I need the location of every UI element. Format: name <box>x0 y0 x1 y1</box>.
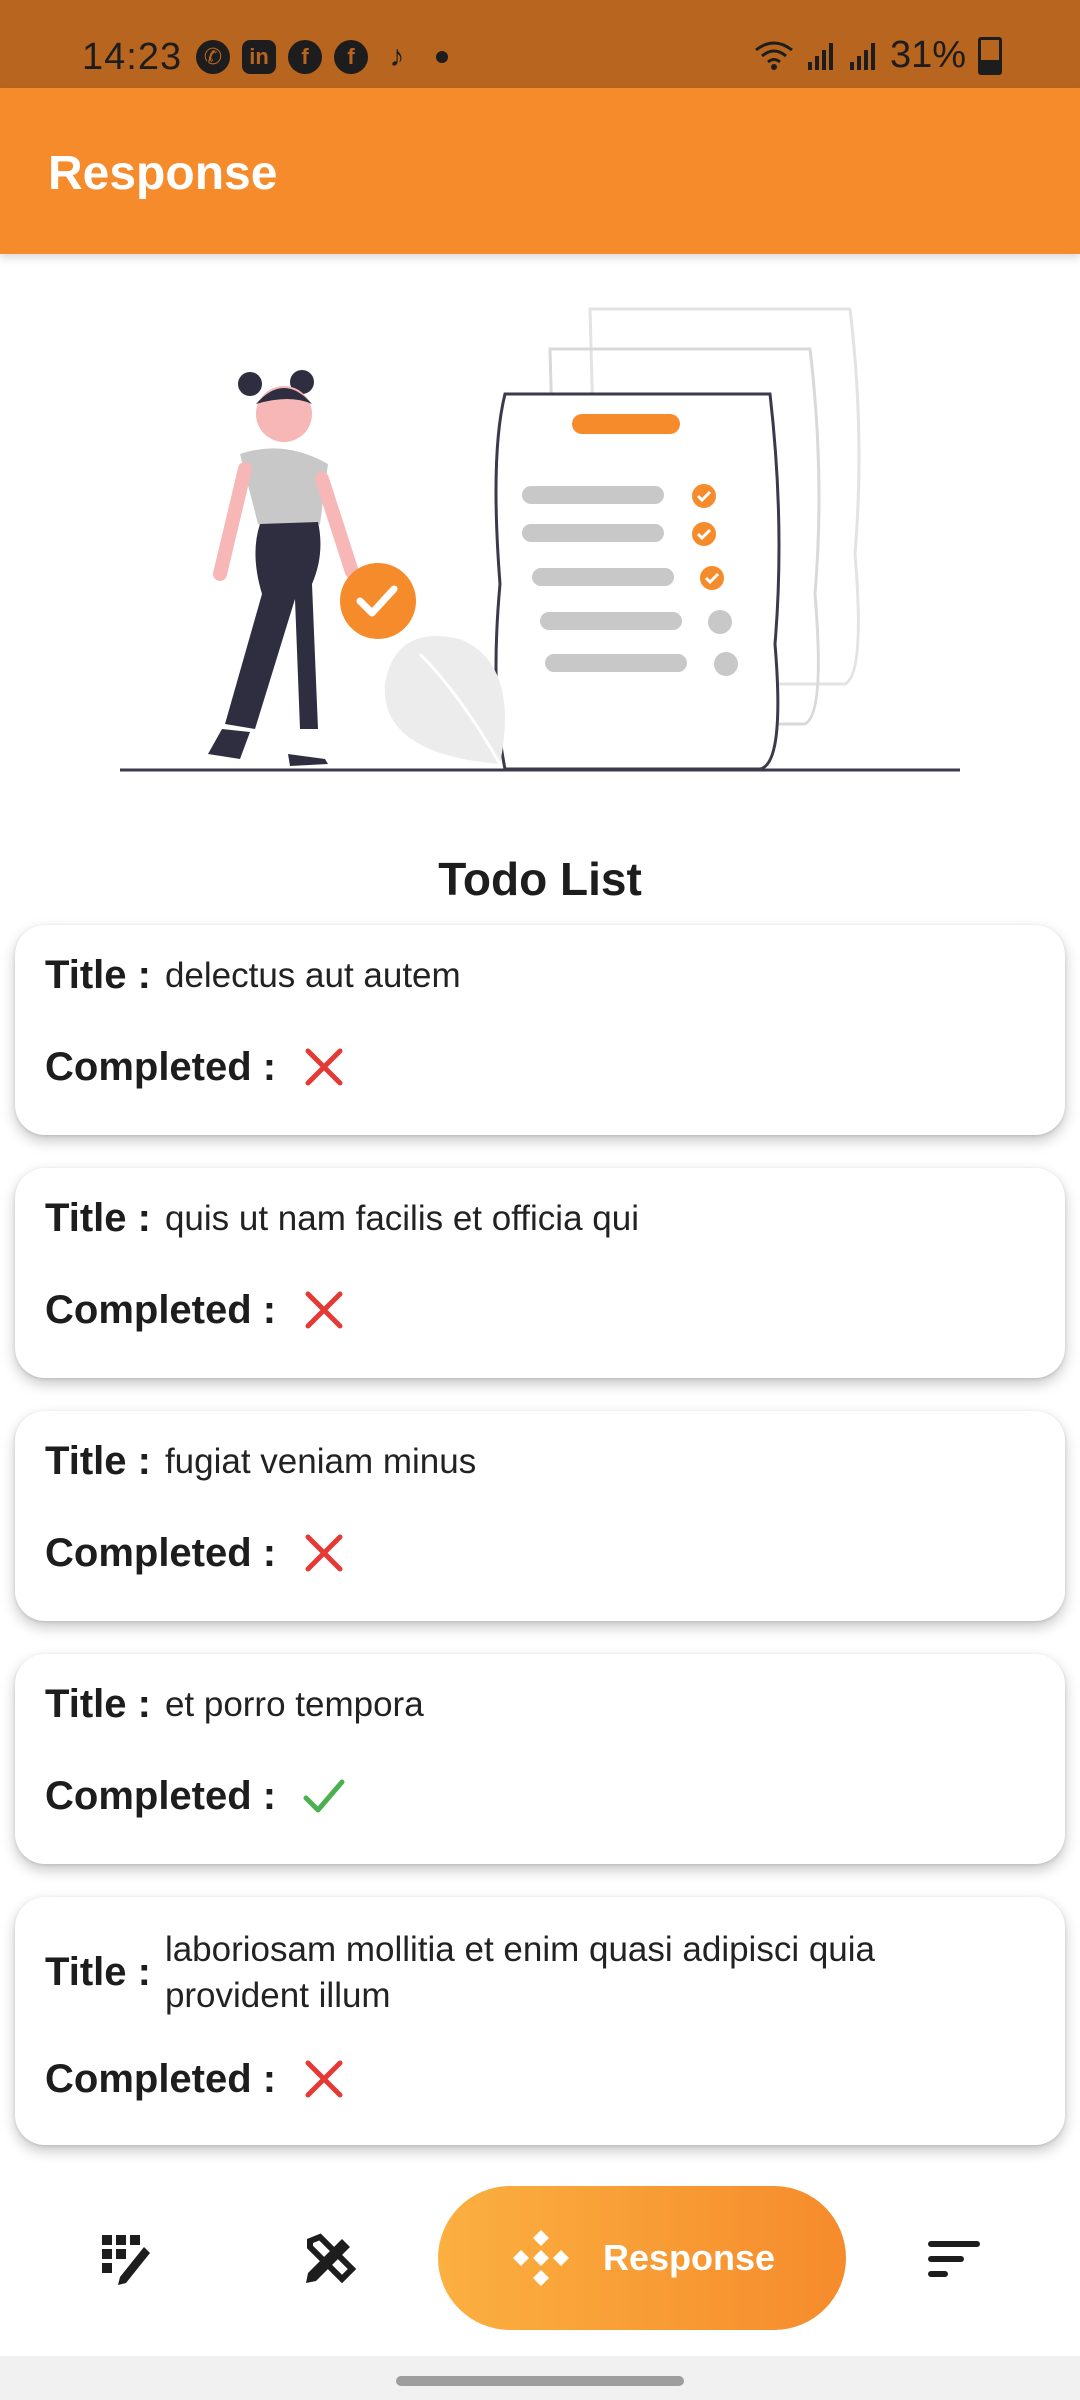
cross-icon <box>305 1291 343 1329</box>
todo-title: et porro tempora <box>164 1685 424 1724</box>
design-tools-icon[interactable] <box>298 2229 358 2289</box>
title-label: Title : <box>45 953 151 998</box>
todo-illustration <box>120 307 960 772</box>
completed-label: Completed : <box>45 2056 277 2101</box>
title-label: Title : <box>45 1682 151 1727</box>
completed-label: Completed : <box>45 1773 277 1818</box>
app-bar: Response <box>0 88 1080 254</box>
status-right: 31% <box>754 34 1002 77</box>
notification-icons: ✆ in f f ♪ <box>196 40 448 74</box>
more-notifications-dot <box>436 51 448 63</box>
todo-title: fugiat veniam minus <box>164 1442 477 1481</box>
battery-icon <box>978 36 1002 75</box>
check-icon <box>303 1779 345 1813</box>
battery-percent: 31% <box>889 34 966 76</box>
bottom-navigation: Response <box>0 2164 1080 2356</box>
completed-label: Completed : <box>45 1530 277 1575</box>
tiktok-icon: ♪ <box>389 40 405 73</box>
sort-icon[interactable] <box>924 2229 984 2289</box>
cross-icon <box>305 2060 343 2098</box>
page-title: Response <box>48 147 278 200</box>
todo-title: laboriosam mollitia et enim quasi adipis… <box>164 1930 876 2015</box>
grid-edit-icon[interactable] <box>96 2229 156 2289</box>
signal-icon <box>849 42 875 70</box>
status-time: 14:23 <box>82 36 183 78</box>
wifi-icon <box>755 41 793 70</box>
cross-icon <box>305 1534 343 1572</box>
linkedin-icon: in <box>242 40 276 74</box>
nav-response-button[interactable]: Response <box>438 2186 846 2330</box>
response-icon <box>512 2230 569 2286</box>
title-label: Title : <box>45 1439 151 1484</box>
completed-label: Completed : <box>45 1044 277 1089</box>
todo-card[interactable]: Title : fugiat veniam minus Completed : <box>15 1411 1065 1621</box>
facebook-icon: f <box>288 40 322 74</box>
todo-card[interactable]: Title : delectus aut autem Completed : <box>15 925 1065 1135</box>
todo-card[interactable]: Title : quis ut nam facilis et officia q… <box>15 1168 1065 1378</box>
title-label: Title : <box>45 1196 151 1241</box>
home-gesture-bar[interactable] <box>396 2376 684 2386</box>
signal-icon <box>807 42 833 70</box>
whatsapp-icon: ✆ <box>196 40 230 74</box>
nav-response-label: Response <box>602 2237 776 2278</box>
gesture-area <box>0 2356 1080 2400</box>
completed-label: Completed : <box>45 1287 277 1332</box>
title-label: Title : <box>45 1950 151 1994</box>
todo-title: delectus aut autem <box>164 956 461 995</box>
status-bar: 14:23 ✆ in f f ♪ 31% <box>0 0 1080 88</box>
todo-card[interactable]: Title : et porro tempora Completed : <box>15 1654 1065 1864</box>
todo-list-title: Todo List <box>438 853 642 905</box>
todo-title: quis ut nam facilis et officia qui <box>164 1199 639 1238</box>
facebook-icon: f <box>334 40 368 74</box>
todo-card[interactable]: Title : laboriosam mollitia et enim quas… <box>15 1897 1065 2145</box>
cross-icon <box>305 1048 343 1086</box>
